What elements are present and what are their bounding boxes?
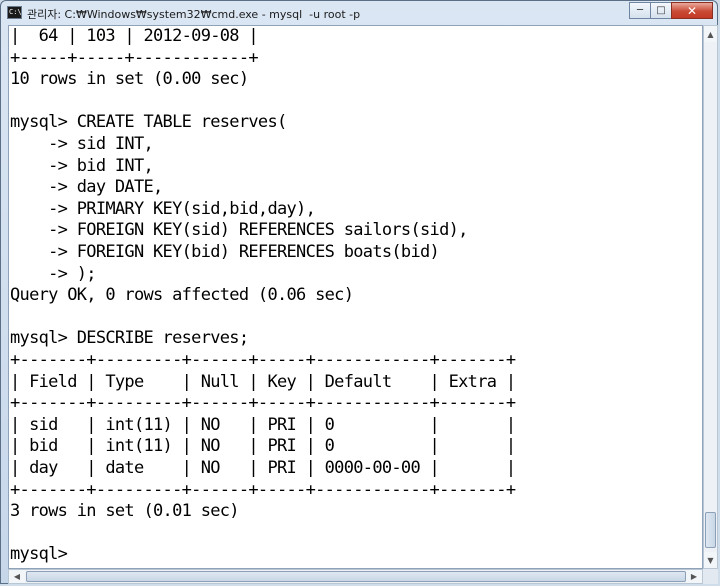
cmd-app-icon[interactable]: C:\ xyxy=(7,6,22,19)
console-prompt[interactable]: mysql> xyxy=(10,544,68,565)
console-line: | 64 | 103 | 2012-09-08 | xyxy=(10,26,259,46)
window-controls: ─ □ ✕ xyxy=(629,2,713,20)
console-line: -> sid INT, xyxy=(10,134,154,154)
cmd-window: C:\ 관리자: C:₩Windows₩system32₩cmd.exe - m… xyxy=(0,0,718,584)
vertical-scrollbar[interactable]: ▲ ▼ xyxy=(703,25,718,569)
horizontal-scrollbar[interactable]: ◀ ▶ xyxy=(8,569,703,584)
title-bar[interactable]: C:\ 관리자: C:₩Windows₩system32₩cmd.exe - m… xyxy=(1,1,717,25)
console-output[interactable]: | 64 | 103 | 2012-09-08 | +-----+-----+-… xyxy=(8,25,703,569)
console-line: 3 rows in set (0.01 sec) xyxy=(10,501,240,522)
console-line: +-------+---------+------+-----+--------… xyxy=(10,479,516,500)
console-line: | Field | Type | Null | Key | Default | … xyxy=(10,371,516,392)
scroll-right-icon[interactable]: ▶ xyxy=(686,570,702,583)
scroll-up-icon[interactable]: ▲ xyxy=(704,26,717,42)
console-line: +-------+---------+------+-----+--------… xyxy=(10,393,516,414)
console-line: -> FOREIGN KEY(sid) REFERENCES sailors(s… xyxy=(10,220,468,241)
scroll-down-icon[interactable]: ▼ xyxy=(704,552,717,568)
scroll-left-icon[interactable]: ◀ xyxy=(9,570,25,583)
console-line: mysql> CREATE TABLE reserves( xyxy=(10,112,287,133)
console-line: -> ); xyxy=(10,263,96,284)
console-line: | day | date | NO | PRI | 0000-00-00 | | xyxy=(10,458,516,478)
maximize-button[interactable]: □ xyxy=(650,2,672,19)
console-line: -> day DATE, xyxy=(10,177,163,198)
console-line: +-----+-----+------------+ xyxy=(10,47,259,68)
console-line: Query OK, 0 rows affected (0.06 sec) xyxy=(10,285,354,306)
console-line: | bid | int(11) | NO | PRI | 0 | | xyxy=(10,436,516,457)
console-line: mysql> DESCRIBE reserves; xyxy=(10,328,249,349)
console-line: -> bid INT, xyxy=(10,155,154,176)
console-line: 10 rows in set (0.00 sec) xyxy=(10,69,249,90)
minimize-button[interactable]: ─ xyxy=(629,2,651,19)
horizontal-scroll-thumb[interactable] xyxy=(26,571,686,582)
close-button[interactable]: ✕ xyxy=(671,2,713,19)
console-line: -> FOREIGN KEY(bid) REFERENCES boats(bid… xyxy=(10,242,440,262)
console-line: -> PRIMARY KEY(sid,bid,day), xyxy=(10,198,316,219)
window-title: 관리자: C:₩Windows₩system32₩cmd.exe - mysql… xyxy=(27,8,361,21)
vertical-scroll-thumb[interactable] xyxy=(705,512,716,548)
resize-grip[interactable] xyxy=(703,569,718,584)
console-line: | sid | int(11) | NO | PRI | 0 | | xyxy=(10,414,516,435)
console-line: +-------+---------+------+-----+--------… xyxy=(10,350,516,370)
